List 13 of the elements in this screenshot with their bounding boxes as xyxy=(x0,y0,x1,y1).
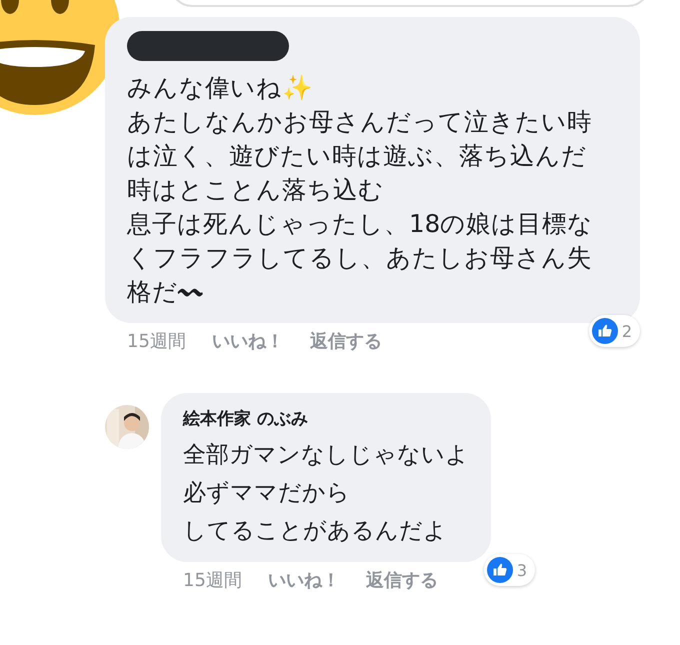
comment-text: 全部ガマンなしじゃないよ 必ずママだから してることがあるんだよ xyxy=(183,441,469,546)
comment-time: 15週間 xyxy=(127,330,186,353)
author-name[interactable]: 絵本作家 のぶみ xyxy=(183,407,469,430)
comment-time: 15週間 xyxy=(183,569,242,592)
thumbs-up-icon xyxy=(592,318,618,344)
reaction-count[interactable]: 3 xyxy=(484,554,535,586)
reply-link[interactable]: 返信する xyxy=(366,568,438,592)
like-link[interactable]: いいね！ xyxy=(212,329,284,353)
like-link[interactable]: いいね！ xyxy=(268,568,340,592)
reaction-count[interactable]: 2 xyxy=(588,315,640,347)
thumbs-up-icon xyxy=(486,557,513,583)
reply-link[interactable]: 返信する xyxy=(310,329,382,353)
comment-text: みんな偉いね✨ あたしなんかお母さんだって泣きたい時 は泣く、遊びたい時は遊ぶ、落ち込んだ 時はとことん落ち込む 息子は死んじゃったし、18の娘は目標な くフラフラしてるし、あたしお母さん失 格だ〰 xyxy=(127,72,594,308)
